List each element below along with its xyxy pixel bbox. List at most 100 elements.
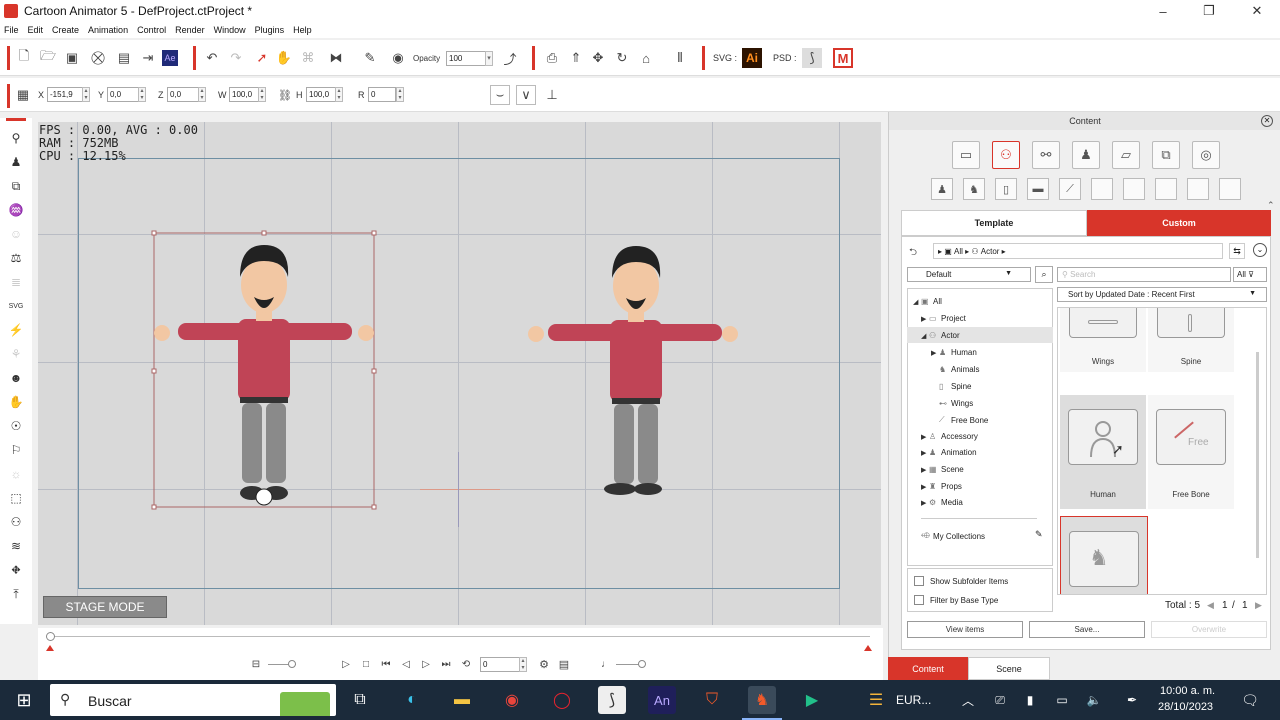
loop-icon[interactable]: ⟲ (456, 654, 476, 674)
path-tool-icon[interactable]: ⛖ (8, 562, 24, 578)
frame-spinner-icon[interactable]: ▴ ▾ (519, 657, 527, 672)
store-icon[interactable]: ⛒ (88, 48, 108, 68)
minimize-button[interactable]: – (1140, 0, 1186, 22)
save-icon[interactable]: ▣ (62, 48, 82, 68)
item-animals[interactable]: ♞ (1060, 516, 1148, 594)
y-spinner-icon[interactable]: ▴ ▾ (138, 87, 146, 102)
y-input[interactable]: 0,0 (107, 87, 139, 102)
tree-item-media[interactable]: ▶ ⚙ Media (921, 498, 963, 507)
tree-item-free-bone[interactable]: ⟋ Free Bone (931, 415, 988, 425)
empty-slot-5[interactable] (1219, 178, 1241, 200)
link-icon[interactable]: ⛓ (275, 85, 295, 105)
first-frame-icon[interactable]: ⏮ (376, 654, 396, 674)
file-explorer-icon[interactable]: ▬ (448, 686, 476, 714)
my-collections[interactable]: ⬲ My Collections (921, 531, 985, 541)
z-input[interactable]: 0,0 (167, 87, 199, 102)
sort-dropdown[interactable]: Sort by Updated Date : Recent First ▼ (1057, 287, 1267, 302)
pen-tray-icon[interactable]: ✒ (1118, 686, 1146, 714)
rotate-icon[interactable]: ↻ (612, 48, 632, 68)
r-input[interactable]: 0 (368, 87, 396, 102)
animate-icon[interactable]: An (648, 686, 676, 714)
volume-tray-icon[interactable]: 🔈 (1080, 686, 1108, 714)
h-input[interactable]: 100,0 (306, 87, 336, 102)
props-category-icon[interactable]: ⧉ (1152, 141, 1180, 169)
opacity-input[interactable]: 100 (446, 51, 486, 66)
tree-item-accessory[interactable]: ▶ ♙ Accessory (921, 432, 978, 441)
grid-scrollbar[interactable] (1256, 352, 1259, 558)
stop-icon[interactable]: □ (356, 654, 376, 674)
x-spinner-icon[interactable]: ▴ ▾ (82, 87, 90, 102)
end-marker-icon[interactable] (864, 645, 872, 651)
menu-animation[interactable]: Animation (88, 25, 128, 35)
head-turn-icon[interactable]: ☉ (8, 418, 24, 434)
item-free-bone[interactable]: Free Free Bone (1148, 395, 1234, 509)
tree-item-human[interactable]: ▶ ♟ Human (931, 348, 977, 357)
maximize-button[interactable]: ❐ (1186, 0, 1232, 22)
pin-icon[interactable]: ⊥ (542, 85, 562, 105)
r-spinner-icon[interactable]: ▴ ▾ (396, 87, 404, 102)
animation-category-icon[interactable]: ♟ (1072, 141, 1100, 169)
menu-render[interactable]: Render (175, 25, 205, 35)
bone-tool-icon[interactable]: ⚲ (8, 130, 24, 146)
menu-file[interactable]: File (4, 25, 19, 35)
menu-help[interactable]: Help (293, 25, 312, 35)
h-spinner-icon[interactable]: ▴ ▾ (335, 87, 343, 102)
spring-tool-icon[interactable]: ≋ (8, 538, 24, 554)
tree-item-animation[interactable]: ▶ ♟ Animation (921, 448, 977, 457)
tab-custom[interactable]: Custom (1087, 210, 1271, 236)
empty-slot-1[interactable] (1091, 178, 1113, 200)
pen-tool-icon[interactable]: ✎ (360, 48, 380, 68)
redo-icon[interactable]: ↷ (226, 48, 246, 68)
hand-key-icon[interactable]: ✋ (8, 394, 24, 410)
media-category-icon[interactable]: ◎ (1192, 141, 1220, 169)
undo-icon[interactable]: ↶ (202, 48, 222, 68)
tree-item-all[interactable]: ◢ ▣ All (913, 297, 942, 306)
currency-icon[interactable]: ☰ (862, 686, 890, 714)
human-filter-icon[interactable]: ♟ (931, 178, 953, 200)
settings-icon[interactable]: ⚙ (534, 654, 554, 674)
edit-collections-icon[interactable]: ✎ (1035, 529, 1043, 540)
home-icon[interactable]: ⌂ (636, 48, 656, 68)
clip-studio-taskbar-icon[interactable]: ⟆ (598, 686, 626, 714)
tree-item-project[interactable]: ▶ ▭ Project (921, 314, 966, 323)
play-icon[interactable]: ▷ (336, 654, 356, 674)
prev-frame-icon[interactable]: ◁ (396, 654, 416, 674)
search-scope-dropdown[interactable]: All ⊽ (1233, 267, 1267, 282)
cartoon-animator-taskbar-icon[interactable]: ♞ (748, 686, 776, 714)
usb-icon[interactable]: ▮ (1016, 686, 1044, 714)
clip-studio-icon[interactable]: ⟆ (802, 48, 822, 68)
item-spine[interactable]: Spine (1148, 308, 1234, 372)
swap-view-icon[interactable]: ⇆ (1229, 243, 1245, 259)
skeleton-tool-icon[interactable]: ⚇ (8, 514, 24, 530)
pan-icon[interactable]: ✥ (588, 48, 608, 68)
actor-category-icon[interactable]: ⚇ (992, 141, 1020, 169)
motion-tool-icon[interactable]: ⚡ (8, 322, 24, 338)
mirror-icon[interactable]: ⫴ (670, 48, 690, 68)
tree-item-scene[interactable]: ▶ ▦ Scene (921, 465, 964, 474)
panel-close-icon[interactable]: ✕ (1261, 115, 1273, 127)
close-button[interactable]: ✕ (1234, 0, 1280, 22)
w-spinner-icon[interactable]: ▴ ▾ (258, 87, 266, 102)
start-marker-icon[interactable] (46, 645, 54, 651)
item-wings[interactable]: Wings (1060, 308, 1146, 372)
export-tool-icon[interactable]: ⤒ (8, 586, 24, 602)
opera-icon[interactable]: ◯ (548, 686, 576, 714)
spine-filter-icon[interactable]: ▯ (995, 178, 1017, 200)
chrome-icon[interactable]: ◉ (498, 686, 526, 714)
brave-icon[interactable]: ⛉ (698, 686, 726, 714)
empty-slot-4[interactable] (1187, 178, 1209, 200)
prev-page-icon[interactable]: ◀ (1207, 600, 1214, 611)
opacity-dropdown-icon[interactable]: ▾ (485, 51, 493, 66)
illustrator-icon[interactable]: Ai (742, 48, 762, 68)
audio-tool-icon[interactable]: ♒ (8, 202, 24, 218)
attach-icon[interactable]: ⤴ (500, 48, 520, 68)
tab-scene[interactable]: Scene (968, 657, 1050, 680)
view-items-button[interactable]: View items (907, 621, 1023, 638)
new-file-icon[interactable]: 🗋 (14, 48, 34, 68)
eye-icon[interactable]: ◉ (388, 48, 408, 68)
empty-slot-2[interactable] (1123, 178, 1145, 200)
sprite-tool-icon[interactable]: ⧉ (8, 178, 24, 194)
select-tool-icon[interactable]: ➚ (252, 48, 272, 68)
menu-control[interactable]: Control (137, 25, 166, 35)
options-icon[interactable]: ⌄ (1253, 243, 1267, 257)
